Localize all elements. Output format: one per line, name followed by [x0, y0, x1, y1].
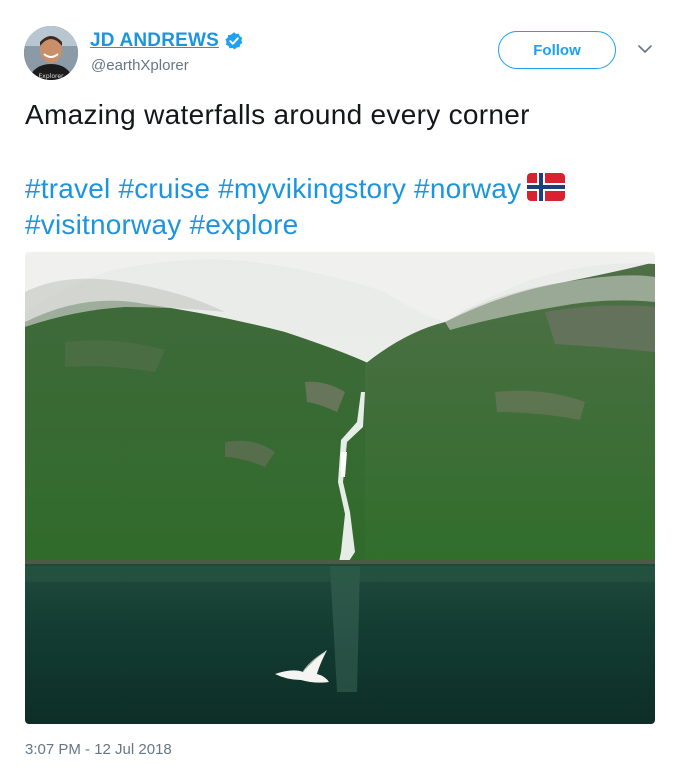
hashtag-link[interactable]: #cruise — [118, 173, 210, 204]
author-display-name[interactable]: JD ANDREWS — [90, 30, 219, 52]
hashtag-link[interactable]: #visitnorway — [25, 209, 181, 240]
hashtag-link[interactable]: #explore — [189, 209, 298, 240]
flag-norway-icon — [527, 173, 566, 201]
verified-badge-icon — [225, 32, 243, 50]
avatar[interactable]: Explorer — [24, 26, 78, 80]
hashtag-link[interactable]: #norway — [414, 173, 521, 204]
tweet-photo[interactable] — [25, 252, 655, 724]
chevron-down-icon[interactable] — [637, 43, 653, 55]
hashtag-link[interactable]: #travel — [25, 173, 110, 204]
tweet-text: Amazing waterfalls around every corner — [25, 99, 530, 130]
tweet-hashtags: #travel #cruise #myvikingstory #norway #… — [25, 171, 665, 243]
author-handle[interactable]: @earthXplorer — [91, 57, 189, 74]
author-name-row: JD ANDREWS — [90, 30, 244, 52]
hashtag-link[interactable]: #myvikingstory — [218, 173, 406, 204]
tweet-timestamp[interactable]: 3:07 PM - 12 Jul 2018 — [25, 741, 172, 758]
follow-button[interactable]: Follow — [498, 31, 616, 69]
avatar-shirt-text: Explorer — [39, 73, 65, 80]
